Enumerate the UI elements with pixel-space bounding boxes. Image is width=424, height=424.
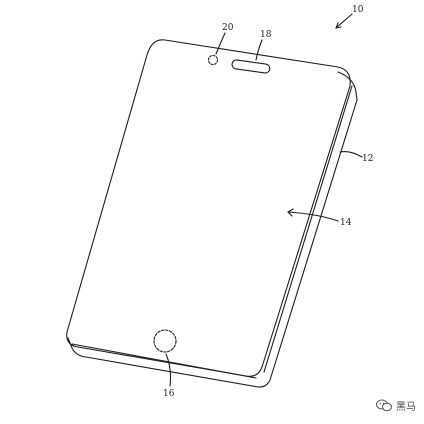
device-bottom-edge [68, 338, 258, 387]
leader-camera [216, 33, 225, 54]
label-speaker: 18 [260, 30, 272, 40]
device-front-face [67, 40, 351, 377]
label-display: 14 [340, 218, 352, 228]
home-button [154, 330, 176, 352]
leader-device [336, 14, 352, 28]
wechat-icon [376, 399, 392, 412]
leader-speaker [256, 40, 262, 60]
label-camera: 20 [222, 23, 234, 33]
speaker-slot [231, 59, 270, 73]
camera-lens [209, 56, 218, 65]
watermark: 黑马 [376, 398, 416, 413]
leader-housing [340, 152, 362, 157]
phone-diagram: 10 12 14 16 18 20 [0, 0, 424, 419]
device-side-groove [264, 86, 352, 372]
label-housing: 12 [362, 154, 373, 164]
patent-drawing: 10 12 14 16 18 20 黑马 [0, 0, 424, 419]
leader-button [166, 354, 171, 386]
label-button: 16 [163, 389, 175, 399]
label-device: 10 [352, 5, 364, 15]
watermark-text: 黑马 [396, 398, 416, 413]
